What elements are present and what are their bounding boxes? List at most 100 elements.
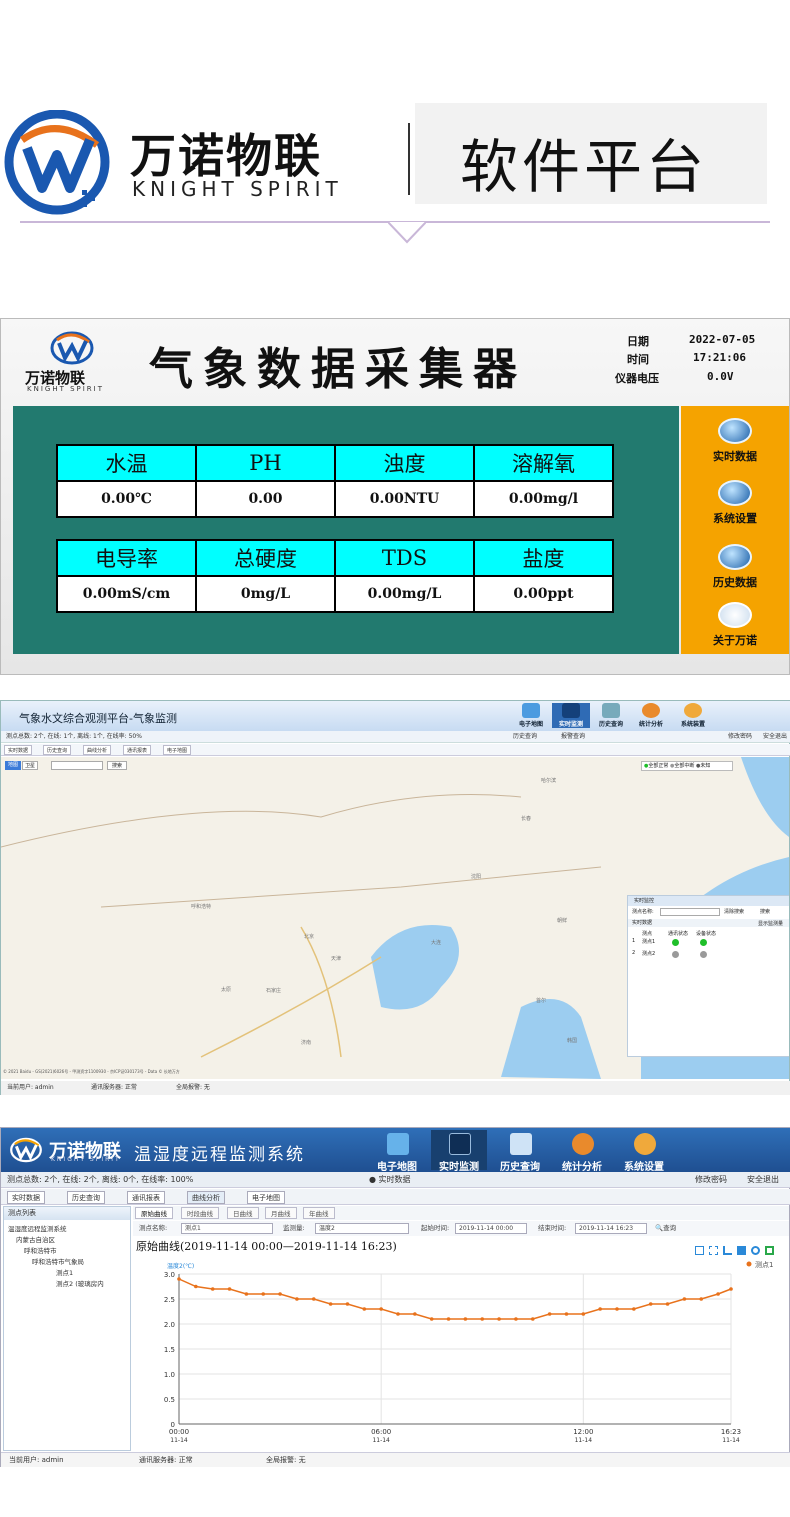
gear-icon — [634, 1133, 656, 1155]
tab-realtime[interactable]: 实时数据 — [4, 745, 33, 755]
change-password-link[interactable]: 修改密码 — [728, 731, 752, 743]
search-button[interactable]: 搜索 — [760, 908, 770, 915]
data-point — [295, 1297, 299, 1301]
logout-link[interactable]: 安全退出 — [747, 1172, 779, 1188]
x-tick-date: 11-14 — [575, 1437, 593, 1444]
x-tick-date: 11-14 — [722, 1437, 740, 1444]
tree-node[interactable]: 呼和浩特市 — [24, 1245, 57, 1255]
map-label: 太原 — [221, 987, 232, 993]
subtab-raw[interactable]: 原始曲线 — [135, 1207, 173, 1219]
tab-map[interactable]: 电子地图 — [247, 1191, 285, 1204]
toolbar-map[interactable]: 电子地图 — [512, 703, 550, 728]
logout-link[interactable]: 安全退出 — [763, 731, 787, 743]
data-point — [729, 1287, 733, 1291]
data-point — [564, 1312, 569, 1316]
toolbar-map[interactable]: 电子地图 — [369, 1130, 425, 1173]
map-label: 呼和浩特 — [191, 904, 212, 910]
y-tick-label: 0.5 — [164, 1396, 175, 1404]
pie-chart-icon — [572, 1133, 594, 1155]
query-button[interactable]: 🔍查询 — [655, 1221, 676, 1236]
app-header: 气象水文综合观测平台-气象监测 电子地图 实时监测 历史查询 统计分析 系统装置 — [1, 701, 790, 731]
map-search-input[interactable] — [51, 761, 103, 770]
toolbar-stats[interactable]: 统计分析 — [632, 703, 670, 728]
subtab-day[interactable]: 日曲线 — [227, 1207, 259, 1219]
wn-logo-icon — [718, 602, 752, 628]
realtime-label: 实时数据 — [378, 1175, 411, 1184]
toolbar-realtime[interactable]: 实时监测 — [431, 1130, 487, 1173]
show-metrics-checkbox[interactable]: 显示监测量 — [758, 920, 783, 927]
point-select[interactable]: 测点1 — [181, 1223, 273, 1234]
value-cell: 0.00mS/cm — [56, 575, 197, 613]
table-row[interactable]: 1 测点1 — [628, 938, 789, 948]
data-point — [463, 1317, 468, 1321]
tab-report[interactable]: 通讯报表 — [123, 745, 152, 755]
tab-realtime[interactable]: 实时数据 — [7, 1191, 45, 1204]
legend-label: 全部中断 — [674, 763, 695, 769]
toolbar-history[interactable]: 历史查询 — [592, 703, 630, 728]
temp-humidity-system: 万诺物联 KNIGHT SPIRIT 温湿度远程监测系统 电子地图 实时监测 历… — [0, 1127, 790, 1467]
toolbar-history[interactable]: 历史查询 — [492, 1130, 548, 1173]
data-point — [227, 1287, 232, 1291]
app-title: 气象水文综合观测平台-气象监测 — [19, 712, 177, 725]
end-time-input[interactable]: 2019-11-14 16:23 — [575, 1223, 647, 1234]
map-type-button[interactable]: 地图 — [5, 761, 21, 770]
map-view[interactable]: 北京 天津 沈阳 大连 朝鲜 韩国 首尔 呼和浩特 太原 石家庄 济南 长春 哈… — [1, 757, 789, 1079]
alarm-link[interactable]: 报警查询 — [561, 731, 585, 743]
subtab-period[interactable]: 时段曲线 — [181, 1207, 219, 1219]
tree-node[interactable]: 测点1 — [56, 1267, 73, 1277]
history-link[interactable]: 历史查询 — [513, 731, 537, 743]
brand-banner: 万诺物联 KNIGHT SPIRIT 软件平台 — [0, 0, 790, 260]
metric-select[interactable]: 温度2 — [315, 1223, 409, 1234]
tree-node[interactable]: 温湿度远程监测系统 — [8, 1223, 67, 1233]
value-cell: 0.00mg/L — [334, 575, 475, 613]
line-chart: 00.51.01.52.02.53.000:0011-1406:0011-141… — [164, 1261, 774, 1444]
sensor-table-2: 电导率 总硬度 TDS 盐度 0.00mS/cm 0mg/L 0.00mg/L … — [56, 539, 614, 613]
date-label: 日期 — [627, 335, 649, 348]
tree-node[interactable]: 测点2 (玻璃房内 — [56, 1278, 104, 1288]
toolbar-stats[interactable]: 统计分析 — [554, 1130, 610, 1173]
toolbar-settings[interactable]: 系统装置 — [674, 703, 712, 728]
history-data-button[interactable]: 历史数据 — [681, 544, 789, 590]
time-label: 时间 — [627, 353, 649, 366]
change-password-link[interactable]: 修改密码 — [695, 1172, 727, 1188]
tab-report[interactable]: 通讯报表 — [127, 1191, 165, 1204]
map-search-button[interactable]: 搜索 — [107, 761, 127, 770]
header-cell: TDS — [334, 539, 475, 577]
summary-bar: 测点总数: 2个, 在线: 1个, 离线: 1个, 在线率: 50% 历史查询 … — [1, 731, 790, 743]
time-value: 17:21:06 — [693, 351, 746, 364]
map-label: 济南 — [301, 1040, 312, 1046]
data-point — [547, 1312, 552, 1316]
data-point — [413, 1312, 417, 1316]
tab-curve[interactable]: 曲线分析 — [187, 1191, 225, 1204]
page-title: 气象数据采集器 — [149, 344, 527, 395]
weather-monitoring-platform: 气象水文综合观测平台-气象监测 电子地图 实时监测 历史查询 统计分析 系统装置… — [0, 700, 790, 1095]
tree-node[interactable]: 内蒙古自治区 — [16, 1234, 55, 1244]
realtime-data-button[interactable]: 实时数据 — [681, 418, 789, 464]
tab-history[interactable]: 历史查询 — [43, 745, 72, 755]
search-icon — [718, 418, 752, 444]
toolbar-realtime[interactable]: 实时监测 — [552, 703, 590, 728]
value-cell: 0.00 — [195, 480, 336, 518]
subtab-year[interactable]: 年曲线 — [303, 1207, 335, 1219]
row-index: 2 — [632, 950, 636, 956]
start-time-input[interactable]: 2019-11-14 00:00 — [455, 1223, 527, 1234]
gear-icon — [684, 703, 702, 718]
toolbar-settings[interactable]: 系统设置 — [616, 1130, 672, 1173]
about-button[interactable]: 关于万诺 — [681, 602, 789, 648]
subtab-month[interactable]: 月曲线 — [265, 1207, 297, 1219]
sensor-area: 水温 PH 浊度 溶解氧 0.00℃ 0.00 0.00NTU 0.00mg/l… — [13, 406, 679, 654]
tab-map[interactable]: 电子地图 — [163, 745, 192, 755]
app-header: 万诺物联 KNIGHT SPIRIT 温湿度远程监测系统 电子地图 实时监测 历… — [1, 1128, 790, 1173]
table-row[interactable]: 2 测点2 — [628, 950, 789, 960]
system-settings-button[interactable]: 系统设置 — [681, 480, 789, 526]
data-point — [362, 1307, 367, 1311]
tree-node[interactable]: 呼和浩特市气象局 — [32, 1256, 84, 1266]
point-name-input[interactable] — [660, 908, 720, 916]
clear-search-button[interactable]: 清除搜索 — [724, 908, 744, 915]
legend-label: 全部正常 — [648, 763, 669, 769]
tab-curve[interactable]: 曲线分析 — [83, 745, 112, 755]
status-dot-icon: ● — [369, 1175, 379, 1184]
tab-history[interactable]: 历史查询 — [67, 1191, 105, 1204]
header-cell: 总硬度 — [195, 539, 336, 577]
satellite-type-button[interactable]: 卫星 — [22, 761, 38, 770]
